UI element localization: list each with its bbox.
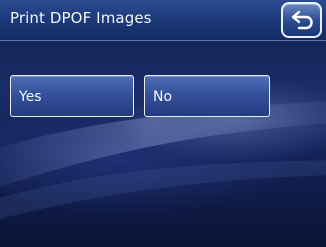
- no-button[interactable]: No: [144, 75, 270, 117]
- page-title: Print DPOF Images: [10, 9, 152, 27]
- yes-button[interactable]: Yes: [10, 75, 134, 117]
- title-bar: Print DPOF Images: [0, 0, 326, 41]
- return-arrow-icon: [291, 10, 313, 30]
- camera-screen: Print DPOF Images Yes No: [0, 0, 326, 247]
- yes-label: Yes: [19, 89, 42, 105]
- no-label: No: [153, 89, 173, 105]
- back-button[interactable]: [281, 2, 322, 38]
